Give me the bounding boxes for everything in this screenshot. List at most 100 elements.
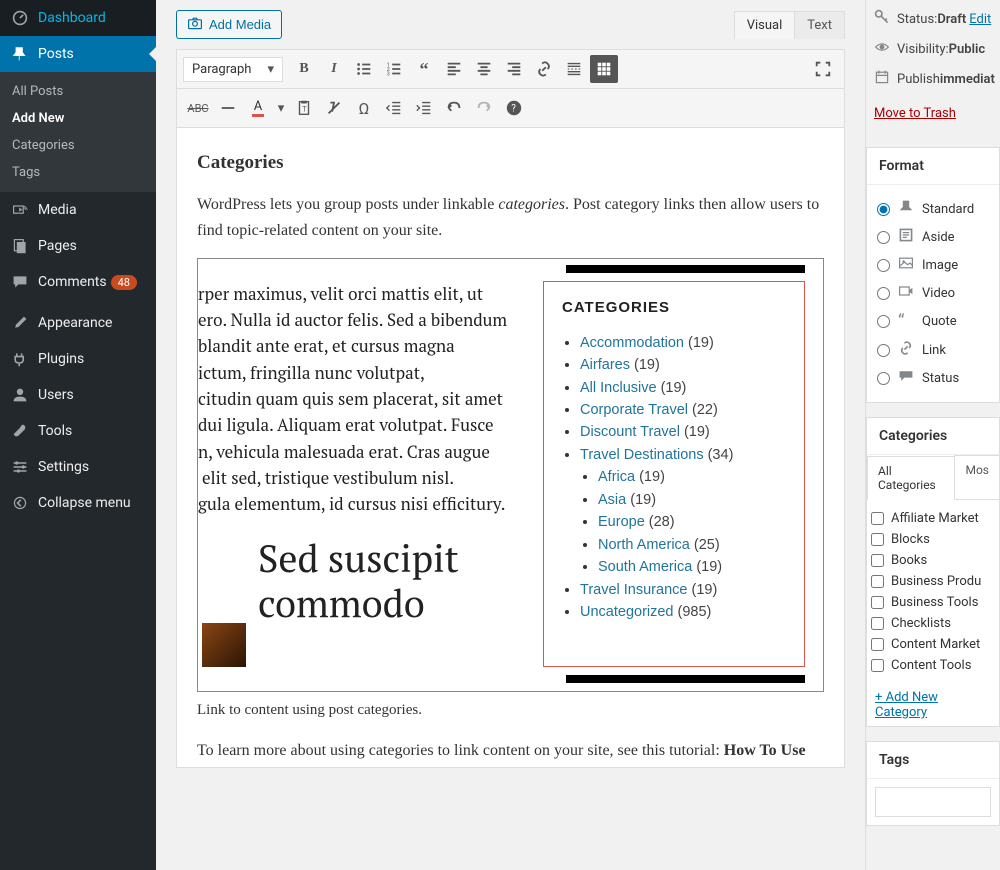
collapse-icon	[10, 493, 30, 513]
undo-button[interactable]	[440, 94, 468, 122]
format-option-image[interactable]: Image	[875, 251, 991, 279]
category-checkbox[interactable]: Content Tools	[871, 655, 995, 676]
pages-icon	[10, 236, 30, 256]
strike-button[interactable]: ABC	[184, 94, 212, 122]
menu-tools[interactable]: Tools	[0, 413, 156, 449]
video-icon	[898, 283, 916, 303]
tab-text[interactable]: Text	[795, 12, 844, 39]
cat-link: North America	[598, 537, 690, 553]
status-icon	[898, 368, 916, 388]
paste-text-button[interactable]: T	[290, 94, 318, 122]
tab-visual[interactable]: Visual	[735, 12, 796, 39]
cat-tab-most[interactable]: Mos	[954, 455, 1000, 499]
format-option-aside[interactable]: Aside	[875, 223, 991, 251]
categories-panel: Categories All Categories Mos Affiliate …	[866, 417, 1000, 727]
menu-label: Users	[38, 387, 74, 403]
menu-label: Dashboard	[38, 10, 106, 26]
content-heading: Categories	[197, 148, 824, 178]
tags-panel: Tags	[866, 741, 1000, 826]
redo-button[interactable]	[470, 94, 498, 122]
format-option-video[interactable]: Video	[875, 279, 991, 307]
menu-appearance[interactable]: Appearance	[0, 305, 156, 341]
ol-button[interactable]: 123	[380, 55, 408, 83]
embedded-example-image[interactable]: rper maximus, velit orci mattis elit, ut…	[197, 258, 824, 692]
category-checkbox[interactable]: Affiliate Market	[871, 508, 995, 529]
category-checkbox[interactable]: Blocks	[871, 529, 995, 550]
tags-input[interactable]	[875, 787, 991, 817]
calendar-icon	[874, 69, 892, 89]
menu-plugins[interactable]: Plugins	[0, 341, 156, 377]
link-button[interactable]	[530, 55, 558, 83]
comments-badge: 48	[111, 275, 137, 290]
fullscreen-button[interactable]	[809, 55, 837, 83]
kitchen-sink-button[interactable]	[590, 55, 618, 83]
menu-posts[interactable]: Posts	[0, 36, 156, 72]
media-icon	[10, 200, 30, 220]
cat-link: Corporate Travel	[580, 402, 688, 418]
posts-submenu: All Posts Add New Categories Tags	[0, 72, 156, 192]
status-edit-link[interactable]: Edit	[969, 12, 991, 27]
menu-pages[interactable]: Pages	[0, 228, 156, 264]
cat-link: All Inclusive	[580, 380, 657, 396]
format-option-standard[interactable]: Standard	[875, 195, 991, 223]
align-center-button[interactable]	[470, 55, 498, 83]
quote-button[interactable]: “	[410, 55, 438, 83]
textcolor-button[interactable]: A	[244, 94, 272, 122]
format-select[interactable]: Paragraph	[183, 57, 283, 82]
readmore-button[interactable]	[560, 55, 588, 83]
cat-link: Europe	[598, 514, 645, 530]
align-left-button[interactable]	[440, 55, 468, 83]
cat-link: Discount Travel	[580, 424, 680, 440]
menu-settings[interactable]: Settings	[0, 449, 156, 485]
comment-icon	[10, 272, 30, 292]
format-option-status[interactable]: Status	[875, 364, 991, 392]
add-media-button[interactable]: Add Media	[176, 10, 282, 39]
link-icon	[898, 340, 916, 360]
menu-label: Media	[38, 202, 77, 218]
submenu-all-posts[interactable]: All Posts	[0, 78, 156, 105]
italic-button[interactable]: I	[320, 55, 348, 83]
svg-text:3: 3	[387, 71, 390, 77]
format-option-quote[interactable]: “Quote	[875, 307, 991, 336]
clear-format-button[interactable]	[320, 94, 348, 122]
hr-button[interactable]	[214, 94, 242, 122]
menu-collapse[interactable]: Collapse menu	[0, 485, 156, 521]
submenu-categories[interactable]: Categories	[0, 132, 156, 159]
menu-comments[interactable]: Comments 48	[0, 264, 156, 300]
textcolor-dropdown[interactable]: ▾	[274, 94, 288, 122]
cat-tab-all[interactable]: All Categories	[867, 456, 955, 500]
bold-button[interactable]: B	[290, 55, 318, 83]
wrench-icon	[10, 421, 30, 441]
align-right-button[interactable]	[500, 55, 528, 83]
special-char-button[interactable]: Ω	[350, 94, 378, 122]
format-option-link[interactable]: Link	[875, 336, 991, 364]
svg-text:?: ?	[511, 104, 516, 115]
cat-link: Travel Destinations	[580, 447, 704, 463]
category-checkbox[interactable]: Business Produ	[871, 571, 995, 592]
menu-dashboard[interactable]: Dashboard	[0, 0, 156, 36]
cat-link: Asia	[598, 492, 626, 508]
menu-label: Plugins	[38, 351, 84, 367]
brush-icon	[10, 313, 30, 333]
submenu-add-new[interactable]: Add New	[0, 105, 156, 132]
ul-button[interactable]	[350, 55, 378, 83]
user-icon	[10, 385, 30, 405]
category-checkbox[interactable]: Business Tools	[871, 592, 995, 613]
outdent-button[interactable]	[380, 94, 408, 122]
menu-media[interactable]: Media	[0, 192, 156, 228]
category-checkbox[interactable]: Books	[871, 550, 995, 571]
submenu-tags[interactable]: Tags	[0, 159, 156, 186]
content-editor[interactable]: Categories WordPress lets you group post…	[176, 128, 845, 768]
menu-users[interactable]: Users	[0, 377, 156, 413]
cat-link: Africa	[598, 469, 635, 485]
category-checkbox[interactable]: Checklists	[871, 613, 995, 634]
meta-sidebar: Status: Draft Edit Visibility: Public Pu…	[865, 0, 1000, 870]
add-category-link[interactable]: + Add New Category	[867, 684, 999, 726]
move-to-trash-link[interactable]: Move to Trash	[874, 106, 956, 121]
menu-label: Tools	[38, 423, 72, 439]
standard-icon	[898, 199, 916, 219]
category-checkbox[interactable]: Content Market	[871, 634, 995, 655]
help-button[interactable]: ?	[500, 94, 528, 122]
cat-link: South America	[598, 559, 692, 575]
indent-button[interactable]	[410, 94, 438, 122]
